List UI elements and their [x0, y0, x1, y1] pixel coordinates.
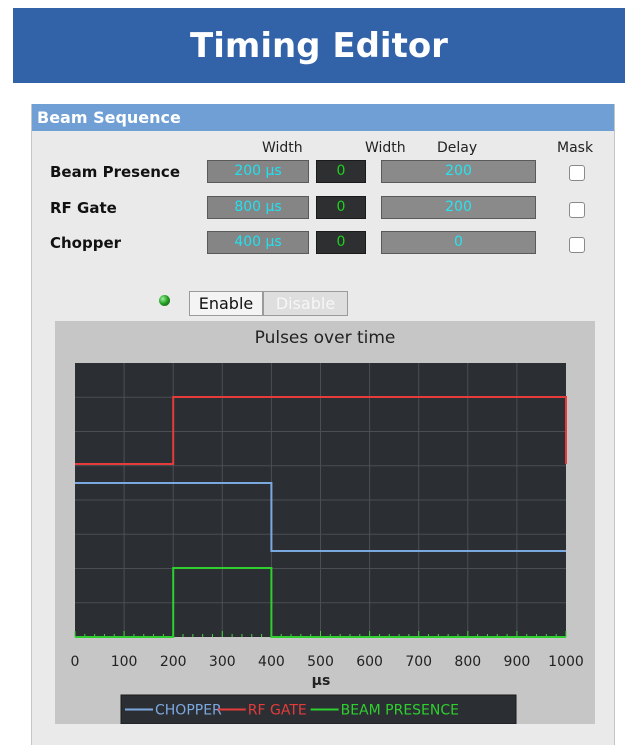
- chopper-count-field[interactable]: 0: [316, 231, 366, 254]
- pulses-chart: Pulses over time 0 100 200 300 400 500 600 700 80…: [55, 321, 595, 724]
- rf-gate-width-field[interactable]: 800 µs: [207, 196, 309, 219]
- column-header-width-2: Width: [365, 140, 406, 156]
- disable-button[interactable]: Disable: [263, 291, 348, 316]
- panel-title: Beam Sequence: [32, 104, 614, 131]
- rf-gate-mask-checkbox[interactable]: [569, 202, 585, 218]
- rf-gate-count-field[interactable]: 0: [316, 196, 366, 219]
- x-tick-label: 1000: [548, 654, 584, 670]
- x-tick-label: 300: [209, 654, 236, 670]
- row-label-rf-gate: RF Gate: [50, 199, 117, 217]
- chopper-delay-field[interactable]: 0: [381, 231, 536, 254]
- status-led-icon: [159, 295, 170, 306]
- x-tick-label: 100: [111, 654, 138, 670]
- x-tick-label: 0: [71, 654, 80, 670]
- enable-button[interactable]: Enable: [189, 291, 263, 316]
- x-tick-label: 900: [504, 654, 531, 670]
- chart-title: Pulses over time: [255, 328, 396, 348]
- beam-presence-mask-checkbox[interactable]: [569, 165, 585, 181]
- title-bar: Timing Editor: [13, 8, 625, 83]
- column-header-width: Width: [262, 140, 303, 156]
- beam-presence-width-field[interactable]: 200 µs: [207, 160, 309, 183]
- x-axis-label: µs: [312, 673, 331, 689]
- rf-gate-delay-field[interactable]: 200: [381, 196, 536, 219]
- column-header-delay: Delay: [437, 140, 478, 156]
- row-label-chopper: Chopper: [50, 234, 122, 252]
- beam-presence-delay-field[interactable]: 200: [381, 160, 536, 183]
- beam-presence-count-field[interactable]: 0: [316, 160, 366, 183]
- column-header-mask: Mask: [557, 140, 594, 156]
- chopper-width-field[interactable]: 400 µs: [207, 231, 309, 254]
- x-tick-label: 700: [405, 654, 432, 670]
- legend-entry: BEAM PRESENCE: [341, 703, 459, 719]
- x-tick-label: 800: [454, 654, 481, 670]
- row-label-beam-presence: Beam Presence: [50, 163, 180, 181]
- pulses-chart-svg: Pulses over time 0 100 200 300 400 500 600 700 80…: [71, 328, 584, 724]
- x-tick-label: 400: [258, 654, 285, 670]
- app-title: Timing Editor: [190, 25, 448, 66]
- x-tick-label: 600: [356, 654, 383, 670]
- x-tick-label: 200: [160, 654, 187, 670]
- chopper-mask-checkbox[interactable]: [569, 237, 585, 253]
- beam-sequence-panel: Beam Sequence Width Width Delay Mask Bea…: [31, 104, 615, 745]
- legend-entry: RF GATE: [248, 703, 307, 719]
- x-tick-label: 500: [307, 654, 334, 670]
- legend-entry: CHOPPER: [155, 703, 222, 719]
